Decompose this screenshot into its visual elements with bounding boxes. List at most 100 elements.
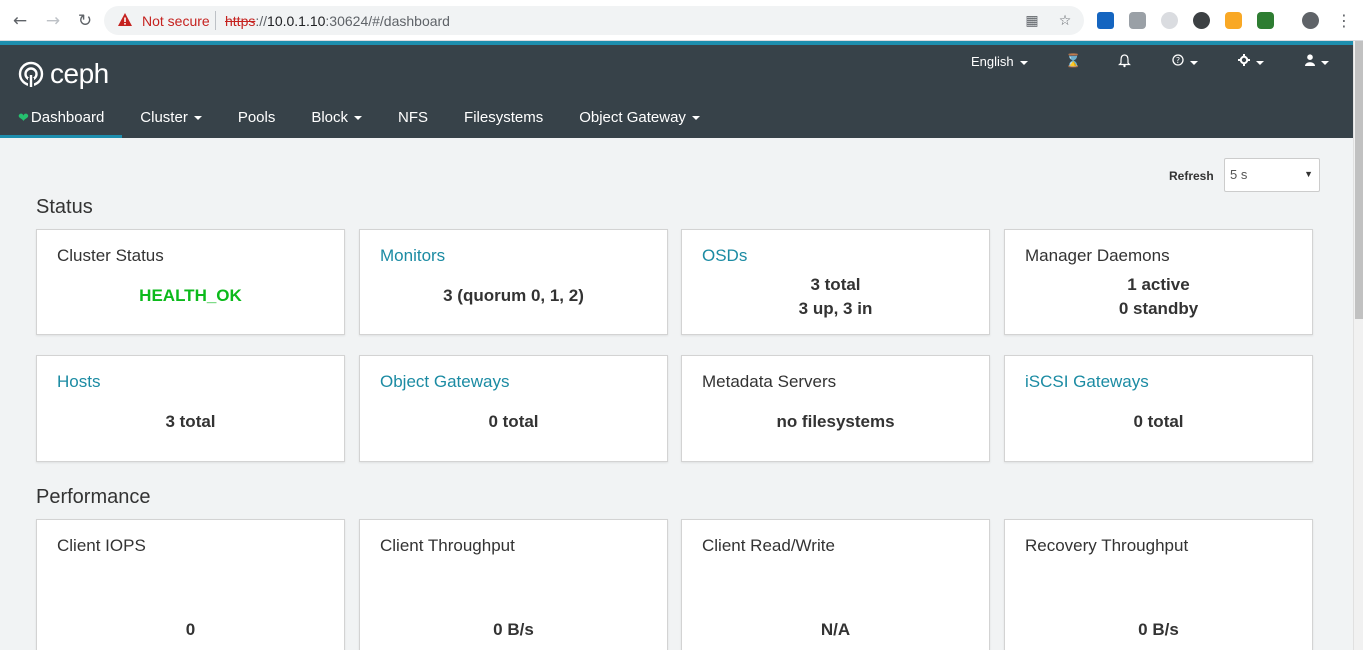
address-divider bbox=[215, 11, 216, 30]
translate-icon[interactable]: ▦ bbox=[1024, 13, 1040, 29]
card-title-link[interactable]: Object Gateways bbox=[380, 372, 509, 392]
extension-icon[interactable] bbox=[1097, 12, 1114, 29]
card-title: Client Throughput bbox=[380, 536, 515, 555]
user-icon bbox=[1305, 54, 1315, 66]
page-scrollbar[interactable] bbox=[1353, 41, 1363, 650]
url-text[interactable]: https://10.0.1.10:30624/#/dashboard bbox=[225, 13, 450, 29]
card-title-link[interactable]: iSCSI Gateways bbox=[1025, 372, 1149, 392]
nav-nfs[interactable]: NFS bbox=[380, 103, 446, 138]
performance-section-title: Performance bbox=[36, 486, 151, 508]
address-bar[interactable]: Not secure https://10.0.1.10:30624/#/das… bbox=[104, 6, 1084, 35]
nav-label: Block bbox=[311, 109, 349, 126]
notifications-bell-icon[interactable] bbox=[1118, 54, 1131, 70]
card-hosts: Hosts 3 total bbox=[36, 355, 345, 462]
card-value: N/A bbox=[820, 620, 851, 639]
card-value: 3 (quorum 0, 1, 2) bbox=[443, 286, 584, 305]
chevron-down-icon bbox=[1190, 60, 1198, 65]
heartbeat-icon: ❤ bbox=[18, 110, 29, 125]
url-path: :30624/#/dashboard bbox=[325, 13, 450, 29]
forward-arrow-icon[interactable]: → bbox=[42, 10, 64, 32]
card-osds: OSDs 3 total 3 up, 3 in bbox=[681, 229, 990, 335]
nav-label: Dashboard bbox=[30, 109, 105, 126]
brave-extension-icon[interactable] bbox=[1225, 12, 1242, 29]
nav-label: Filesystems bbox=[464, 109, 544, 126]
warning-icon bbox=[118, 13, 132, 26]
url-separator: :// bbox=[255, 13, 268, 29]
chevron-down-icon bbox=[1256, 60, 1264, 65]
url-host: 10.0.1.10 bbox=[267, 13, 326, 29]
extension-icon[interactable] bbox=[1193, 12, 1210, 29]
card-value-secondary: 3 up, 3 in bbox=[798, 299, 873, 318]
chevron-down-icon bbox=[193, 116, 202, 121]
browser-menu-icon[interactable]: ⋮ bbox=[1333, 10, 1355, 32]
extension-icon[interactable] bbox=[1161, 12, 1178, 29]
nav-block[interactable]: Block bbox=[293, 103, 380, 138]
card-title: Manager Daemons bbox=[1025, 246, 1170, 265]
main-nav: ❤ Dashboard Cluster Pools Block NFS Files… bbox=[0, 103, 718, 138]
nav-dashboard[interactable]: ❤ Dashboard bbox=[0, 103, 123, 138]
nav-filesystems[interactable]: Filesystems bbox=[446, 103, 561, 138]
scrollbar-thumb[interactable] bbox=[1355, 41, 1363, 319]
user-menu[interactable] bbox=[1305, 54, 1329, 70]
not-secure-label[interactable]: Not secure bbox=[142, 13, 210, 29]
card-value: 3 total bbox=[165, 412, 216, 431]
question-icon: ? bbox=[1172, 54, 1184, 66]
card-title-link[interactable]: Hosts bbox=[57, 372, 100, 392]
camera-extension-icon[interactable] bbox=[1129, 12, 1146, 29]
language-label: English bbox=[971, 54, 1014, 69]
card-client-read-write: Client Read/Write N/A bbox=[681, 519, 990, 650]
help-menu[interactable]: ? bbox=[1172, 54, 1198, 70]
chevron-down-icon bbox=[1321, 60, 1329, 65]
card-value: 0 total bbox=[1133, 412, 1184, 431]
nav-label: NFS bbox=[398, 109, 429, 126]
nav-label: Object Gateway bbox=[579, 109, 686, 126]
card-value: 0 B/s bbox=[493, 620, 534, 639]
card-metadata-servers: Metadata Servers no filesystems bbox=[681, 355, 990, 462]
card-value: 3 total bbox=[810, 275, 861, 294]
extension-icon[interactable] bbox=[1257, 12, 1274, 29]
hourglass-icon[interactable]: ⌛ bbox=[1065, 54, 1081, 70]
card-title-link[interactable]: Monitors bbox=[380, 246, 445, 266]
refresh-value: 5 s bbox=[1230, 167, 1248, 182]
card-monitors: Monitors 3 (quorum 0, 1, 2) bbox=[359, 229, 668, 335]
browser-toolbar: ← → ↻ Not secure https://10.0.1.10:30624… bbox=[0, 0, 1363, 41]
svg-text:?: ? bbox=[1176, 56, 1180, 65]
ceph-logo[interactable]: ceph bbox=[18, 58, 109, 90]
card-object-gateways: Object Gateways 0 total bbox=[359, 355, 668, 462]
refresh-label: Refresh bbox=[1169, 169, 1214, 183]
profile-avatar-icon[interactable] bbox=[1302, 12, 1319, 29]
logo-text: ceph bbox=[50, 58, 109, 89]
dashboard-content: Refresh 5 s ▼ Status Cluster Status HEALT… bbox=[0, 138, 1353, 650]
bookmark-star-icon[interactable]: ☆ bbox=[1057, 13, 1073, 29]
nav-label: Cluster bbox=[140, 109, 188, 126]
url-scheme: https bbox=[225, 13, 256, 29]
refresh-interval-select[interactable]: 5 s ▼ bbox=[1224, 158, 1320, 192]
card-value: 0 bbox=[185, 620, 196, 639]
card-title: Client IOPS bbox=[57, 536, 146, 555]
reload-icon[interactable]: ↻ bbox=[74, 10, 96, 32]
nav-cluster[interactable]: Cluster bbox=[122, 103, 220, 138]
card-title: Recovery Throughput bbox=[1025, 536, 1189, 555]
nav-pools[interactable]: Pools bbox=[220, 103, 294, 138]
card-client-iops: Client IOPS 0 bbox=[36, 519, 345, 650]
card-value: 0 B/s bbox=[1138, 620, 1179, 639]
chevron-down-icon bbox=[354, 116, 363, 121]
card-title: Cluster Status bbox=[57, 246, 164, 265]
nav-object-gateway[interactable]: Object Gateway bbox=[561, 103, 718, 138]
card-value: 0 total bbox=[488, 412, 539, 431]
select-arrow-icon: ▼ bbox=[1304, 169, 1313, 179]
card-title-link[interactable]: OSDs bbox=[702, 246, 747, 266]
card-title: Client Read/Write bbox=[702, 536, 835, 555]
gear-icon bbox=[1238, 54, 1250, 66]
card-title: Metadata Servers bbox=[702, 372, 837, 391]
settings-menu[interactable] bbox=[1238, 54, 1264, 70]
language-selector[interactable]: English bbox=[971, 54, 1028, 70]
card-value: 1 active bbox=[1127, 275, 1190, 294]
health-status-value: HEALTH_OK bbox=[139, 286, 242, 305]
chevron-down-icon bbox=[691, 116, 700, 121]
card-client-throughput: Client Throughput 0 B/s bbox=[359, 519, 668, 650]
back-arrow-icon[interactable]: ← bbox=[9, 10, 31, 32]
chevron-down-icon bbox=[1019, 60, 1028, 65]
card-cluster-status: Cluster Status HEALTH_OK bbox=[36, 229, 345, 335]
card-manager-daemons: Manager Daemons 1 active 0 standby bbox=[1004, 229, 1313, 335]
